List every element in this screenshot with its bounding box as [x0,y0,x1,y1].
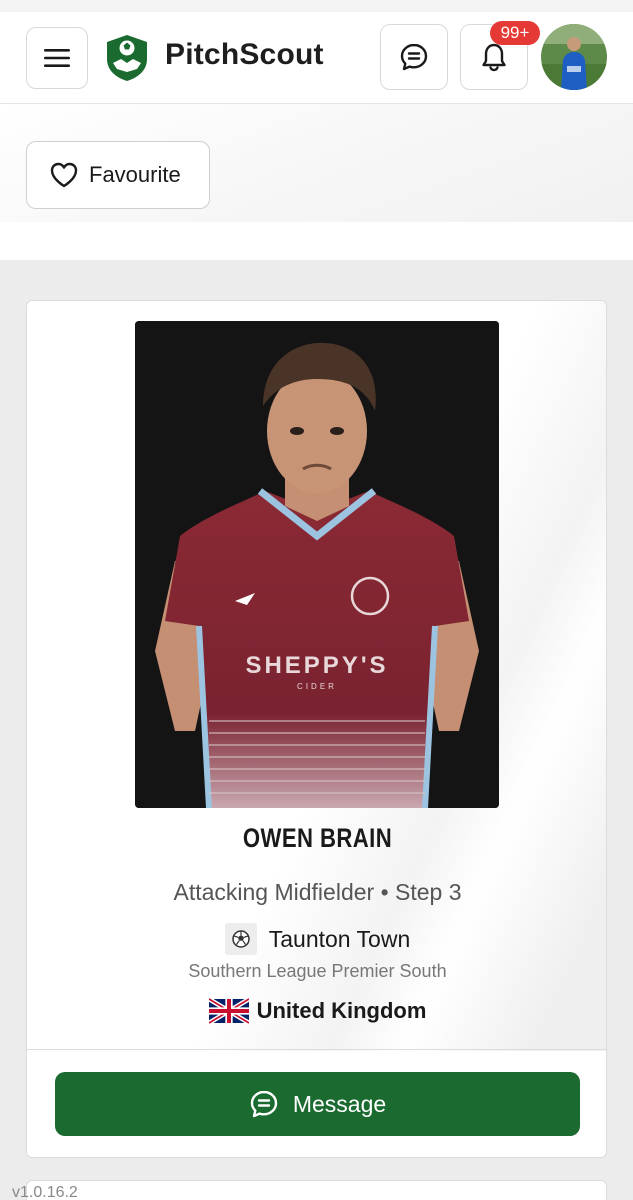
hamburger-menu-icon [44,49,70,67]
player-photo: SHEPPY'S CIDER [135,321,499,808]
card-divider [27,1049,606,1050]
svg-text:SHEPPY'S: SHEPPY'S [245,652,388,679]
message-button[interactable]: Message [55,1072,580,1136]
league-name: Southern League Premier South [188,961,447,981]
player-photo-image: SHEPPY'S CIDER [135,321,499,808]
pitchscout-logo[interactable] [104,33,150,83]
player-card: SHEPPY'S CIDER OWEN BRAIN Attacking Midf… [26,300,607,1158]
club-name: Taunton Town [268,925,411,952]
app-version: v1.0.16.2 [12,1184,78,1200]
status-strip [0,0,633,12]
player-name: OWEN BRAIN [242,823,393,853]
football-icon [231,930,250,948]
favourite-button[interactable]: Favourite [26,141,210,209]
favourite-label: Favourite [89,162,181,187]
club-badge [224,923,257,955]
country-row: United Kingdom [27,998,606,1024]
heart-outline-icon [50,162,78,188]
country-name: United Kingdom [256,998,427,1023]
message-button-label: Message [292,1090,387,1117]
notification-count-badge: 99+ [490,21,540,45]
player-position: Attacking Midfielder • Step 3 [173,879,462,905]
menu-button[interactable] [26,27,88,89]
uk-flag-icon [208,998,249,1024]
app-header: PitchScout 99+ [0,0,633,104]
messages-button[interactable] [380,24,448,90]
chat-bubble-icon [250,1090,278,1118]
user-avatar-image [541,24,607,90]
brand-name: PitchScout [165,38,324,71]
bell-icon [482,43,506,72]
chat-bubble-icon [400,43,428,71]
club-row[interactable]: Taunton Town [27,923,606,955]
svg-text:CIDER: CIDER [297,682,337,691]
footer-box [26,1180,607,1200]
user-avatar[interactable] [541,24,607,90]
